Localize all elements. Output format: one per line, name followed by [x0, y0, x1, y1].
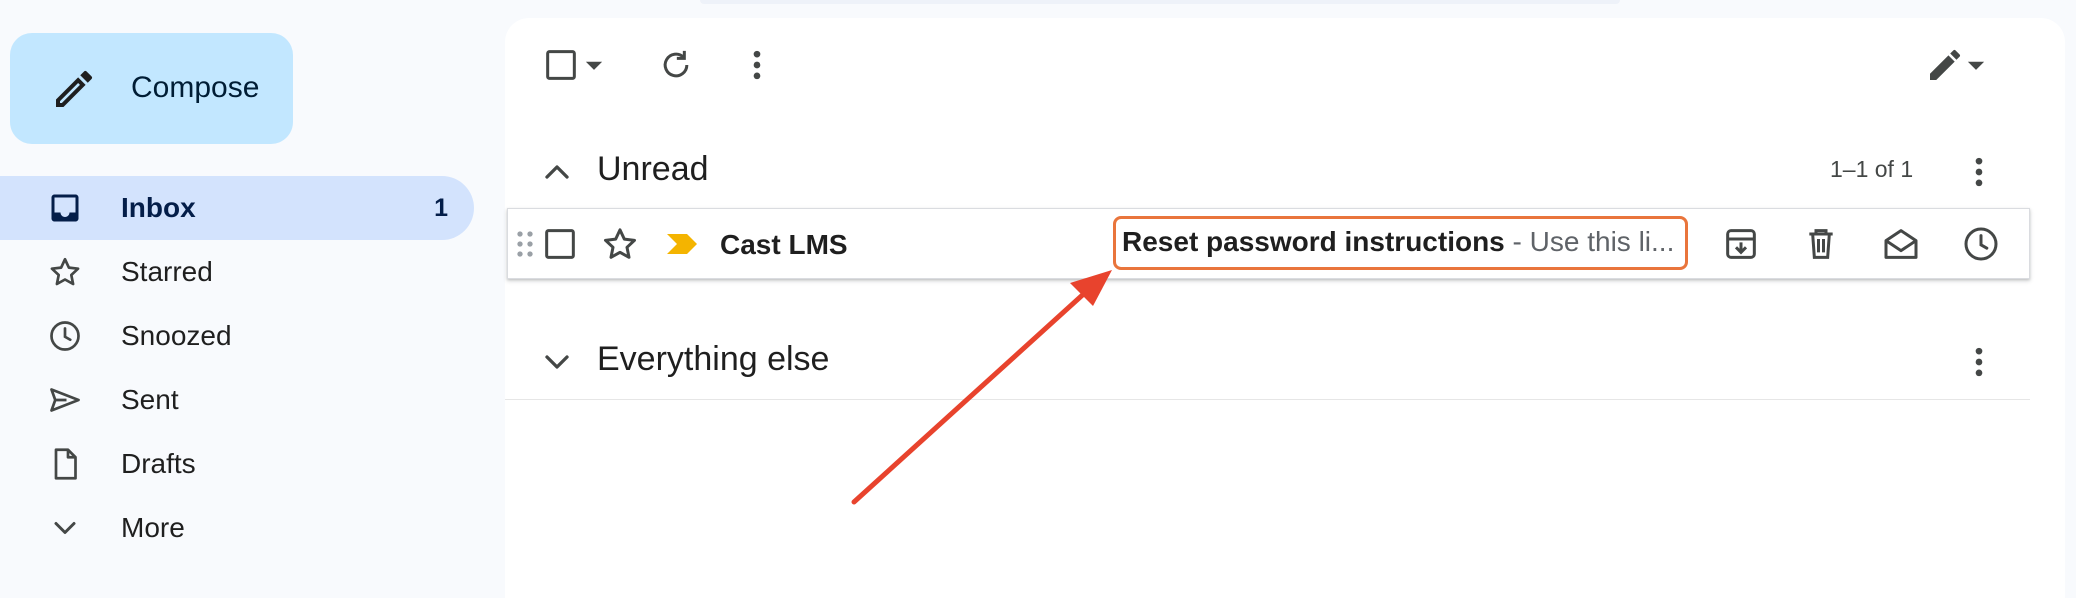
section-title: Unread — [597, 150, 709, 188]
section-header-everything-else: Everything else — [505, 332, 2030, 392]
email-sender: Cast LMS — [720, 229, 848, 260]
top-strip — [700, 0, 1620, 4]
section-header-unread: Unread 1–1 of 1 — [505, 142, 2030, 202]
important-marker-icon[interactable] — [662, 224, 702, 264]
sidebar-item-starred[interactable]: Starred — [0, 240, 474, 304]
sidebar-item-more[interactable]: More — [0, 496, 474, 560]
sidebar-item-label: Snoozed — [121, 320, 232, 351]
mail-list-panel: Unread 1–1 of 1 Cast LMS Reset password … — [505, 18, 2065, 598]
email-row[interactable]: Cast LMS Reset password instructions - U… — [507, 208, 2030, 279]
inbox-icon — [51, 194, 79, 222]
more-vert-icon[interactable] — [1959, 152, 1999, 192]
sidebar-item-drafts[interactable]: Drafts — [0, 432, 474, 496]
chevron-up-icon[interactable] — [537, 152, 577, 192]
send-icon — [50, 388, 80, 412]
archive-icon[interactable] — [1721, 224, 1761, 264]
refresh-icon[interactable] — [656, 45, 696, 85]
email-snippet: - Use this li... — [1504, 226, 1675, 257]
snooze-clock-icon[interactable] — [1961, 224, 2001, 264]
section-divider — [505, 399, 2030, 400]
pencil-icon[interactable] — [1925, 45, 1965, 85]
dropdown-caret-icon[interactable] — [1963, 45, 1989, 85]
compose-label: Compose — [131, 71, 260, 104]
mark-as-read-icon[interactable] — [1881, 224, 1921, 264]
sidebar-item-label: More — [121, 512, 185, 543]
dropdown-caret-icon[interactable] — [581, 45, 607, 85]
row-checkbox-icon[interactable] — [540, 224, 580, 264]
select-all-checkbox-icon[interactable] — [541, 45, 581, 85]
drag-handle-icon[interactable] — [514, 224, 536, 264]
chevron-down-icon — [54, 522, 76, 534]
trash-icon[interactable] — [1801, 224, 1841, 264]
sidebar-item-label: Inbox — [121, 192, 196, 223]
pencil-icon — [56, 70, 93, 107]
unread-count: 1 — [434, 193, 448, 222]
sidebar-item-label: Sent — [121, 384, 179, 415]
draft-icon — [54, 448, 77, 480]
pagination-count: 1–1 of 1 — [1830, 156, 1914, 182]
sidebar-item-inbox[interactable]: Inbox 1 — [0, 176, 474, 240]
sidebar-item-label: Starred — [121, 256, 213, 287]
clock-icon — [50, 321, 80, 351]
more-vert-icon[interactable] — [1959, 342, 1999, 382]
star-icon — [50, 257, 80, 286]
compose-button[interactable]: Compose — [10, 33, 293, 144]
sidebar-item-snoozed[interactable]: Snoozed — [0, 304, 474, 368]
sidebar-item-label: Drafts — [121, 448, 196, 479]
sidebar: Compose Inbox 1 Starred Snoozed Sent Dra… — [0, 0, 500, 585]
section-title: Everything else — [597, 340, 830, 378]
chevron-down-icon[interactable] — [537, 342, 577, 382]
more-vert-icon[interactable] — [737, 45, 777, 85]
email-subject-highlight[interactable]: Reset password instructions - Use this l… — [1113, 216, 1688, 270]
email-subject: Reset password instructions — [1122, 226, 1505, 257]
sidebar-item-sent[interactable]: Sent — [0, 368, 474, 432]
star-icon[interactable] — [600, 224, 640, 264]
